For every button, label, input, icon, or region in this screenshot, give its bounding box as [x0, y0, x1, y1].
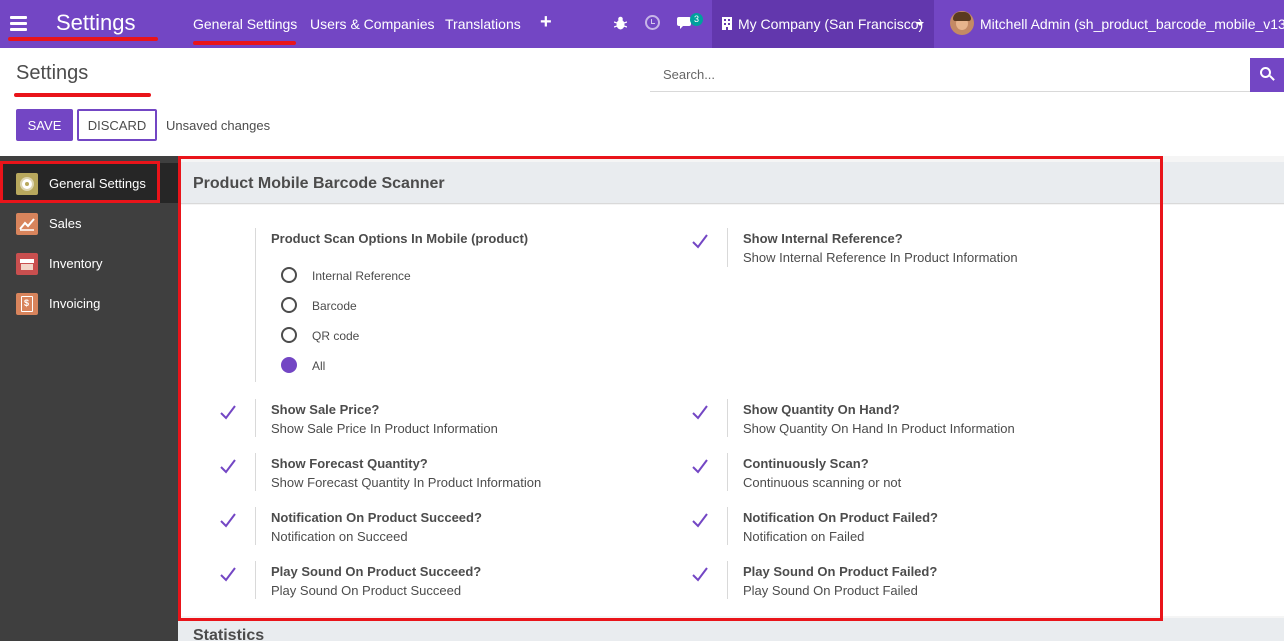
section-title: Product Mobile Barcode Scanner — [193, 175, 445, 192]
checkbox-show-internal-reference[interactable] — [690, 231, 710, 251]
setting-description: Continuous scanning or not — [743, 475, 902, 490]
divider — [727, 399, 728, 437]
sidebar-item-label: Invoicing — [49, 296, 101, 311]
menu-translations[interactable]: Translations — [445, 0, 521, 48]
radio-label[interactable]: All — [312, 359, 325, 373]
radio-qr-code[interactable] — [281, 327, 297, 343]
divider — [255, 453, 256, 491]
sidebar-item-inventory[interactable]: Inventory — [0, 243, 178, 283]
sidebar-item-general-settings[interactable]: General Settings — [0, 163, 178, 203]
plus-icon[interactable]: + — [540, 11, 552, 34]
apps-menu-icon[interactable] — [8, 11, 30, 35]
setting-title: Notification On Product Succeed? — [271, 510, 482, 525]
invoice-icon: $ — [16, 293, 38, 315]
highlight-underline — [14, 93, 151, 97]
section-body: Product Scan Options In Mobile (product)… — [178, 205, 1284, 616]
building-icon — [722, 17, 732, 30]
setting-title: Play Sound On Product Failed? — [743, 564, 938, 579]
checkbox-notification-failed[interactable] — [690, 510, 710, 530]
checkbox-play-sound-failed[interactable] — [690, 564, 710, 584]
checkbox-notification-succeed[interactable] — [218, 510, 238, 530]
setting-description: Show Quantity On Hand In Product Informa… — [743, 421, 1015, 436]
page-title: Settings — [16, 62, 89, 84]
setting-title: Show Forecast Quantity? — [271, 456, 428, 471]
user-menu[interactable]: Mitchell Admin (sh_product_barcode_mobil… — [950, 0, 1284, 48]
chat-count-badge: 3 — [690, 13, 703, 26]
divider — [727, 453, 728, 491]
company-name: My Company (San Francisco) — [738, 16, 924, 32]
search-button[interactable] — [1250, 58, 1284, 92]
radio-label[interactable]: QR code — [312, 329, 359, 343]
setting-description: Notification on Failed — [743, 529, 865, 544]
setting-description: Show Forecast Quantity In Product Inform… — [271, 475, 542, 490]
section-header: Product Mobile Barcode Scanner — [178, 162, 1284, 204]
box-icon — [16, 253, 38, 275]
divider — [727, 561, 728, 599]
save-button[interactable]: SAVE — [16, 109, 73, 141]
setting-description: Show Sale Price In Product Information — [271, 421, 498, 436]
divider — [255, 228, 256, 382]
sidebar-item-label: General Settings — [49, 176, 146, 191]
divider — [727, 228, 728, 267]
setting-description: Show Internal Reference In Product Infor… — [743, 250, 1018, 265]
radio-all[interactable] — [281, 357, 297, 373]
radio-label[interactable]: Barcode — [312, 299, 357, 313]
divider — [727, 507, 728, 545]
radio-label[interactable]: Internal Reference — [312, 269, 411, 283]
radio-internal-reference[interactable] — [281, 267, 297, 283]
sidebar-item-label: Inventory — [49, 256, 103, 271]
highlight-underline — [193, 41, 296, 45]
app-title[interactable]: Settings — [56, 10, 136, 36]
setting-title: Play Sound On Product Succeed? — [271, 564, 482, 579]
sidebar-item-sales[interactable]: Sales — [0, 203, 178, 243]
sidebar-item-label: Sales — [49, 216, 82, 231]
sidebar-item-invoicing[interactable]: $ Invoicing — [0, 283, 178, 323]
divider — [255, 399, 256, 437]
setting-description: Play Sound On Product Succeed — [271, 583, 462, 598]
menu-users-companies[interactable]: Users & Companies — [310, 0, 435, 48]
scan-options-title: Product Scan Options In Mobile (product) — [271, 231, 529, 246]
radio-barcode[interactable] — [281, 297, 297, 313]
bug-icon[interactable] — [614, 16, 627, 30]
setting-title: Notification On Product Failed? — [743, 510, 938, 525]
gear-icon — [16, 173, 38, 195]
statistics-section-header: Statistics — [178, 618, 1284, 641]
chevron-down-icon — [916, 22, 924, 26]
divider — [255, 507, 256, 545]
highlight-underline — [8, 37, 158, 41]
checkbox-show-quantity-on-hand[interactable] — [690, 402, 710, 422]
avatar — [950, 11, 974, 35]
activity-clock-icon[interactable] — [645, 15, 660, 30]
settings-sidebar: General Settings Sales Inventory $ Invoi… — [0, 156, 178, 641]
setting-title: Continuously Scan? — [743, 456, 869, 471]
checkbox-continuously-scan[interactable] — [690, 456, 710, 476]
user-name: Mitchell Admin (sh_product_barcode_mobil… — [980, 16, 1284, 32]
checkbox-play-sound-succeed[interactable] — [218, 564, 238, 584]
setting-description: Play Sound On Product Failed — [743, 583, 918, 598]
setting-title: Show Quantity On Hand? — [743, 402, 900, 417]
divider — [255, 561, 256, 599]
company-switcher[interactable]: My Company (San Francisco) — [712, 0, 934, 48]
chat-icon[interactable] — [677, 16, 691, 29]
setting-title: Show Sale Price? — [271, 402, 380, 417]
section-title: Statistics — [193, 627, 265, 641]
search-input[interactable] — [650, 58, 1250, 92]
checkbox-show-forecast-quantity[interactable] — [218, 456, 238, 476]
setting-title: Show Internal Reference? — [743, 231, 903, 246]
setting-description: Notification on Succeed — [271, 529, 408, 544]
checkbox-show-sale-price[interactable] — [218, 402, 238, 422]
chart-icon — [16, 213, 38, 235]
unsaved-status: Unsaved changes — [166, 118, 271, 133]
discard-button[interactable]: DISCARD — [77, 109, 157, 141]
